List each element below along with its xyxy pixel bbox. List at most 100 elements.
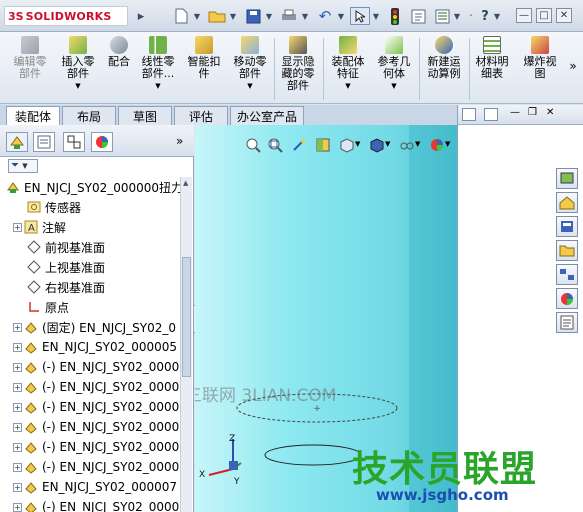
view-palette-tab-icon[interactable] xyxy=(556,264,578,285)
move-component-button[interactable]: 移动零 部件 ▼ xyxy=(228,36,272,92)
tab-sketch[interactable]: 草图 xyxy=(118,106,172,125)
select-dropdown-icon[interactable]: ▼ xyxy=(371,7,381,25)
pane-minimize-icon[interactable]: — xyxy=(510,107,524,121)
tree-item-origin[interactable]: 原点 xyxy=(27,297,69,317)
scrollbar-thumb[interactable] xyxy=(182,257,191,377)
restore-icon[interactable]: □ xyxy=(536,8,552,23)
zoom-to-area-icon[interactable] xyxy=(267,137,283,153)
print-dropdown-icon[interactable]: ▼ xyxy=(300,7,310,25)
section-view-icon[interactable] xyxy=(315,137,331,153)
display-style-icon[interactable] xyxy=(369,137,385,153)
rebuild-traffic-light-icon[interactable] xyxy=(388,7,402,25)
appearances-tab-icon[interactable] xyxy=(556,288,578,309)
pane-restore-icon[interactable]: ❐ xyxy=(528,107,542,121)
options-dropdown-icon[interactable]: ▼ xyxy=(452,7,462,25)
solidworks-logo[interactable]: 3S SOLIDWORKS xyxy=(4,6,128,26)
show-hidden-components-button[interactable]: 显示隐 藏的零 部件 xyxy=(277,36,319,92)
edit-appearance-icon[interactable] xyxy=(429,137,445,153)
close-icon[interactable]: ✕ xyxy=(556,8,572,23)
exploded-view-button[interactable]: 爆炸视 图 xyxy=(518,36,562,80)
smart-fasteners-button[interactable]: 智能扣 件 xyxy=(184,36,224,80)
tree-item-top-plane[interactable]: 上视基准面 xyxy=(27,257,105,277)
open-folder-icon[interactable] xyxy=(206,7,228,25)
undo-icon[interactable]: ↶ xyxy=(314,7,336,25)
tree-item-component[interactable]: + (-) EN_NJCJ_SY02_0000 xyxy=(13,417,179,437)
panel-more-button[interactable]: » xyxy=(176,134,183,148)
options-icon[interactable] xyxy=(432,7,452,25)
tab-assembly[interactable]: 装配体 xyxy=(6,106,60,125)
tab-evaluate[interactable]: 评估 xyxy=(174,106,228,125)
edit-component-button[interactable]: 编辑零 部件 xyxy=(10,36,50,80)
solidworks-resources-tab-icon[interactable] xyxy=(556,168,578,189)
zoom-to-fit-icon[interactable] xyxy=(245,137,261,153)
tree-item-component[interactable]: + (-) EN_NJCJ_SY02_0000 xyxy=(13,397,179,417)
tree-item-assembly-root[interactable]: EN_NJCJ_SY02_000000扭力 xyxy=(6,177,180,197)
display-style-dropdown-icon[interactable]: ▼ xyxy=(385,140,390,148)
view-orientation-dropdown-icon[interactable]: ▼ xyxy=(355,140,360,148)
feature-tree-tab-icon[interactable] xyxy=(6,132,28,152)
display-manager-tab-icon[interactable] xyxy=(91,132,113,152)
tree-item-component[interactable]: + (-) EN_NJCJ_SY02_0000 xyxy=(13,497,179,512)
tree-item-component[interactable]: + (-) EN_NJCJ_SY02_0000 xyxy=(13,457,179,477)
assembly-features-button[interactable]: 装配体 特征 ▼ xyxy=(326,36,370,92)
tree-item-annotations[interactable]: + A 注解 xyxy=(13,217,66,237)
save-icon[interactable] xyxy=(242,7,264,25)
previous-view-icon[interactable] xyxy=(291,137,307,153)
tree-item-sensors[interactable]: 传感器 xyxy=(27,197,81,217)
tree-item-component[interactable]: + (-) EN_NJCJ_SY02_0000 xyxy=(13,377,179,397)
save-dropdown-icon[interactable]: ▼ xyxy=(264,7,274,25)
menu-expand-icon[interactable]: ▸ xyxy=(134,7,148,25)
hide-show-dropdown-icon[interactable]: ▼ xyxy=(415,140,420,148)
configuration-manager-tab-icon[interactable] xyxy=(63,132,85,152)
print-icon[interactable] xyxy=(278,7,300,25)
minimize-icon[interactable]: — xyxy=(516,8,532,23)
file-explorer-tab-icon[interactable] xyxy=(556,240,578,261)
select-arrow-icon[interactable] xyxy=(350,7,370,25)
expand-toggle[interactable]: + xyxy=(13,362,22,372)
tree-item-component[interactable]: + EN_NJCJ_SY02_000007 xyxy=(13,477,177,497)
expand-toggle[interactable]: + xyxy=(13,422,22,432)
property-manager-tab-icon[interactable] xyxy=(33,132,55,152)
view-orientation-icon[interactable] xyxy=(339,137,355,153)
expand-toggle[interactable]: + xyxy=(13,222,22,232)
expand-toggle[interactable]: + xyxy=(13,502,22,512)
tab-office-products[interactable]: 办公室产品 xyxy=(230,106,304,125)
design-library-tab-icon[interactable] xyxy=(556,216,578,237)
tree-item-component[interactable]: + (-) EN_NJCJ_SY02_0000 xyxy=(13,357,179,377)
new-document-icon[interactable] xyxy=(170,7,192,25)
reference-geometry-button[interactable]: 参考几 何体 ▼ xyxy=(372,36,416,92)
scroll-up-arrow-icon[interactable]: ▲ xyxy=(183,179,188,187)
tree-scrollbar[interactable]: ▲ xyxy=(180,177,192,512)
new-dropdown-icon[interactable]: ▼ xyxy=(192,7,202,25)
help-icon[interactable]: ? xyxy=(478,7,492,25)
tree-item-component[interactable]: + (-) EN_NJCJ_SY02_0000 xyxy=(13,437,179,457)
tree-item-right-plane[interactable]: 右视基准面 xyxy=(27,277,105,297)
tree-item-component[interactable]: + EN_NJCJ_SY02_000005 xyxy=(13,337,177,357)
pane-close-icon[interactable]: ✕ xyxy=(546,107,560,121)
expand-toggle[interactable]: + xyxy=(13,462,22,472)
pane-icon-left[interactable] xyxy=(462,108,476,121)
mate-button[interactable]: 配合 xyxy=(102,36,136,68)
undo-dropdown-icon[interactable]: ▼ xyxy=(336,7,346,25)
tree-item-front-plane[interactable]: 前视基准面 xyxy=(27,237,105,257)
expand-toggle[interactable]: + xyxy=(13,382,22,392)
expand-toggle[interactable]: + xyxy=(13,442,22,452)
new-motion-study-button[interactable]: 新建运 动算例 xyxy=(422,36,466,80)
expand-toggle[interactable]: + xyxy=(13,322,22,332)
expand-toggle[interactable]: + xyxy=(13,342,22,352)
home-tab-icon[interactable] xyxy=(556,192,578,213)
tree-item-component[interactable]: + (固定) EN_NJCJ_SY02_0 xyxy=(13,317,176,337)
expand-toggle[interactable]: + xyxy=(13,402,22,412)
file-properties-icon[interactable] xyxy=(408,7,428,25)
linear-pattern-button[interactable]: 线性零 部件... ▼ xyxy=(136,36,180,92)
custom-properties-tab-icon[interactable] xyxy=(556,312,578,333)
bill-of-materials-button[interactable]: 材料明 细表 xyxy=(472,36,512,80)
pane-icon-right[interactable] xyxy=(484,108,498,121)
expand-toggle[interactable]: + xyxy=(13,482,22,492)
tab-layout[interactable]: 布局 xyxy=(62,106,116,125)
tree-filter-button[interactable]: ⏷ ▼ xyxy=(8,159,38,173)
appearance-dropdown-icon[interactable]: ▼ xyxy=(445,140,450,148)
hide-show-items-icon[interactable] xyxy=(399,137,415,153)
ribbon-more-button[interactable]: » xyxy=(566,60,580,72)
insert-component-button[interactable]: 插入零 部件 ▼ xyxy=(56,36,100,92)
